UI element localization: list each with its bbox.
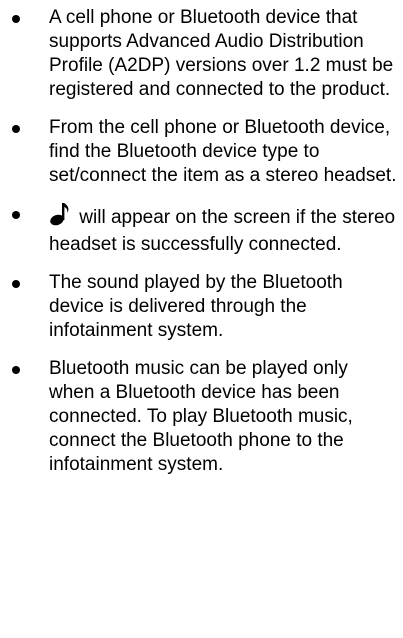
bullet-dot [12, 15, 20, 23]
bullet-item: will appear on the screen if the stereo … [0, 202, 403, 257]
bullet-text: will appear on the screen if the stereo … [49, 207, 396, 255]
bullet-text: From the cell phone or Bluetooth device,… [49, 117, 397, 186]
bullet-item: Bluetooth music can be played only when … [0, 357, 403, 477]
bullet-text: Bluetooth music can be played only when … [49, 358, 353, 475]
document-page: A cell phone or Bluetooth device that su… [0, 0, 403, 638]
bullet-item: A cell phone or Bluetooth device that su… [0, 6, 403, 102]
music-note-icon [49, 202, 71, 233]
bullet-list: A cell phone or Bluetooth device that su… [0, 6, 403, 491]
bullet-text: The sound played by the Bluetooth device… [49, 272, 343, 341]
bullet-text: A cell phone or Bluetooth device that su… [49, 7, 394, 100]
bullet-item: From the cell phone or Bluetooth device,… [0, 116, 403, 188]
bullet-dot [12, 280, 20, 288]
bullet-dot [12, 211, 20, 219]
bullet-dot [12, 366, 20, 374]
bullet-dot [12, 125, 20, 133]
bullet-item: The sound played by the Bluetooth device… [0, 271, 403, 343]
